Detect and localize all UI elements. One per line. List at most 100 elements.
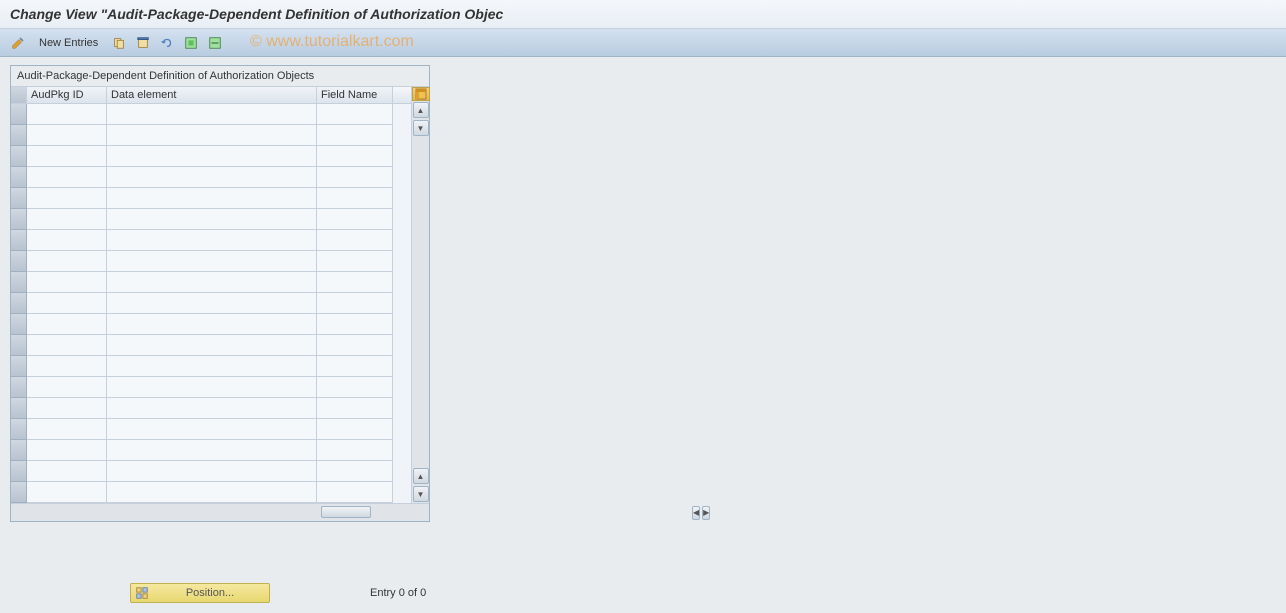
table-cell[interactable] [317, 440, 393, 461]
table-cell[interactable] [107, 335, 317, 356]
row-selector[interactable] [11, 188, 27, 209]
table-cell[interactable] [107, 419, 317, 440]
row-selector[interactable] [11, 314, 27, 335]
table-cell[interactable] [107, 293, 317, 314]
table-cell[interactable] [107, 440, 317, 461]
table-cell[interactable] [27, 146, 107, 167]
delete-button[interactable] [133, 33, 153, 53]
scroll-up-button-bottom[interactable]: ▲ [413, 468, 429, 484]
scroll-down-button[interactable]: ▼ [413, 120, 429, 136]
scroll-thumb-h[interactable] [321, 506, 371, 518]
table-cell[interactable] [317, 146, 393, 167]
row-selector[interactable] [11, 167, 27, 188]
undo-button[interactable] [157, 33, 177, 53]
edit-icon-button[interactable] [8, 33, 28, 53]
table-cell[interactable] [317, 335, 393, 356]
table-cell[interactable] [317, 188, 393, 209]
row-selector[interactable] [11, 335, 27, 356]
col-header-dataelem[interactable]: Data element [107, 87, 317, 103]
row-selector[interactable] [11, 293, 27, 314]
table-cell[interactable] [317, 293, 393, 314]
scroll-track-h[interactable] [11, 506, 371, 520]
table-cell[interactable] [317, 272, 393, 293]
row-selector[interactable] [11, 146, 27, 167]
table-config-button[interactable] [412, 87, 430, 101]
table-cell[interactable] [107, 461, 317, 482]
table-cell[interactable] [27, 482, 107, 503]
row-selector[interactable] [11, 230, 27, 251]
table-cell[interactable] [107, 209, 317, 230]
table-cell[interactable] [317, 377, 393, 398]
horizontal-scrollbar[interactable]: ◀ ▶ [11, 503, 429, 521]
position-button[interactable]: Position... [130, 583, 270, 603]
table-cell[interactable] [27, 230, 107, 251]
row-selector[interactable] [11, 104, 27, 125]
table-cell[interactable] [317, 125, 393, 146]
table-cell[interactable] [107, 230, 317, 251]
footer-bar: Position... Entry 0 of 0 [130, 583, 426, 603]
table-cell[interactable] [317, 356, 393, 377]
table-cell[interactable] [27, 251, 107, 272]
table-cell[interactable] [107, 377, 317, 398]
row-selector[interactable] [11, 272, 27, 293]
scroll-left-button[interactable]: ◀ [692, 506, 700, 520]
new-entries-button[interactable]: New Entries [32, 33, 105, 53]
scroll-right-button[interactable]: ▶ [702, 506, 710, 520]
table-cell[interactable] [317, 230, 393, 251]
row-selector[interactable] [11, 461, 27, 482]
table-cell[interactable] [317, 104, 393, 125]
table-cell[interactable] [317, 167, 393, 188]
table-cell[interactable] [107, 167, 317, 188]
deselect-all-button[interactable] [205, 33, 225, 53]
table-cell[interactable] [27, 419, 107, 440]
table-cell[interactable] [107, 125, 317, 146]
select-all-button[interactable] [181, 33, 201, 53]
table-cell[interactable] [27, 377, 107, 398]
table-cell[interactable] [27, 188, 107, 209]
table-cell[interactable] [27, 272, 107, 293]
table-cell[interactable] [107, 251, 317, 272]
row-selector[interactable] [11, 251, 27, 272]
copy-button[interactable] [109, 33, 129, 53]
row-selector[interactable] [11, 440, 27, 461]
table-cell[interactable] [317, 398, 393, 419]
table-cell[interactable] [107, 356, 317, 377]
table-cell[interactable] [107, 272, 317, 293]
col-header-fieldname[interactable]: Field Name [317, 87, 393, 103]
scroll-up-button[interactable]: ▲ [413, 102, 429, 118]
table-cell[interactable] [107, 188, 317, 209]
table-cell[interactable] [107, 482, 317, 503]
table-cell[interactable] [107, 398, 317, 419]
table-cell[interactable] [27, 440, 107, 461]
col-header-audpkg[interactable]: AudPkg ID [27, 87, 107, 103]
table-cell[interactable] [27, 209, 107, 230]
table-cell[interactable] [317, 251, 393, 272]
row-selector[interactable] [11, 398, 27, 419]
table-cell[interactable] [27, 314, 107, 335]
table-cell[interactable] [27, 167, 107, 188]
row-selector[interactable] [11, 125, 27, 146]
table-cell[interactable] [27, 293, 107, 314]
table-cell[interactable] [107, 104, 317, 125]
table-cell[interactable] [27, 335, 107, 356]
row-selector[interactable] [11, 377, 27, 398]
row-selector[interactable] [11, 419, 27, 440]
vertical-scrollbar[interactable]: ▲ ▼ ▲ ▼ [411, 87, 429, 503]
table-cell[interactable] [317, 314, 393, 335]
table-cell[interactable] [27, 461, 107, 482]
table-cell[interactable] [27, 125, 107, 146]
table-cell[interactable] [317, 482, 393, 503]
table-cell[interactable] [107, 314, 317, 335]
table-cell[interactable] [317, 461, 393, 482]
row-selector[interactable] [11, 209, 27, 230]
table-cell[interactable] [27, 398, 107, 419]
table-cell[interactable] [27, 356, 107, 377]
table-cell[interactable] [27, 104, 107, 125]
scroll-down-button-bottom[interactable]: ▼ [413, 486, 429, 502]
table-cell[interactable] [107, 146, 317, 167]
row-selector[interactable] [11, 482, 27, 503]
row-selector[interactable] [11, 356, 27, 377]
table-cell[interactable] [317, 419, 393, 440]
row-selector-header[interactable] [11, 87, 27, 103]
table-cell[interactable] [317, 209, 393, 230]
